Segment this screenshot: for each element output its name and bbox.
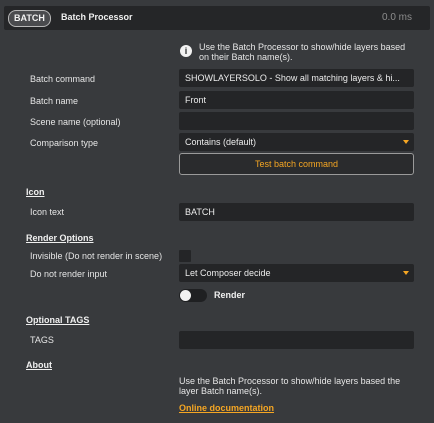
info-text: Use the Batch Processor to show/hide lay…: [199, 42, 406, 62]
node-title: Batch Processor: [61, 12, 133, 22]
invisible-checkbox[interactable]: [179, 250, 191, 262]
do-not-render-select[interactable]: Let Composer decide: [179, 264, 414, 282]
icon-text-label: Icon text: [30, 207, 65, 217]
render-toggle[interactable]: [179, 289, 207, 302]
tags-label: TAGS: [30, 335, 54, 345]
render-options-heading: Render Options: [26, 233, 94, 243]
batch-command-label: Batch command: [30, 74, 96, 84]
scene-name-field[interactable]: [179, 112, 414, 130]
timing-readout: 0.0 ms: [381, 12, 412, 23]
online-documentation-link[interactable]: Online documentation: [179, 403, 274, 413]
about-text: Use the Batch Processor to show/hide lay…: [179, 376, 401, 396]
batch-command-field[interactable]: SHOWLAYERSOLO - Show all matching layers…: [179, 69, 414, 87]
node-header: BATCH Batch Processor 0.0 ms: [4, 6, 430, 30]
do-not-render-value: Let Composer decide: [185, 268, 271, 278]
about-heading: About: [26, 360, 52, 370]
toggle-knob: [180, 290, 191, 301]
batch-name-label: Batch name: [30, 96, 79, 106]
tags-field[interactable]: [179, 331, 414, 349]
chevron-down-icon: [403, 271, 409, 275]
batch-badge: BATCH: [8, 10, 51, 27]
chevron-down-icon: [403, 140, 409, 144]
do-not-render-label: Do not render input: [30, 269, 108, 279]
render-toggle-label: Render: [214, 290, 246, 300]
optional-tags-heading: Optional TAGS: [26, 315, 90, 325]
invisible-label: Invisible (Do not render in scene): [30, 251, 163, 261]
comparison-type-value: Contains (default): [185, 137, 257, 147]
icon-text-field[interactable]: BATCH: [179, 203, 414, 221]
test-batch-command-button[interactable]: Test batch command: [179, 153, 414, 175]
info-icon: i: [180, 45, 192, 57]
comparison-type-select[interactable]: Contains (default): [179, 133, 414, 151]
icon-section-heading: Icon: [26, 187, 45, 197]
batch-name-field[interactable]: Front: [179, 91, 414, 109]
scene-name-label: Scene name (optional): [30, 117, 121, 127]
comparison-type-label: Comparison type: [30, 138, 99, 148]
